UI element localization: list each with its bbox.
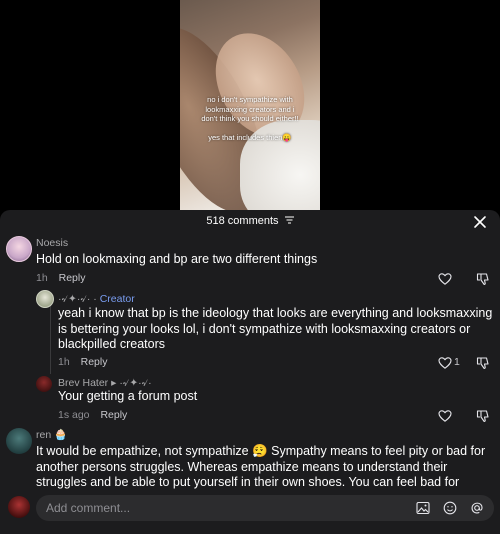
comment-meta: 1s ago Reply bbox=[58, 409, 127, 421]
heart-icon[interactable] bbox=[438, 409, 452, 423]
comment-text: Hold on lookmaxing and bp are two differ… bbox=[36, 252, 318, 266]
dislike-icon[interactable] bbox=[476, 272, 490, 286]
comment-time: 1h bbox=[58, 356, 70, 368]
reply-author: Brev Hater bbox=[58, 377, 109, 389]
heart-icon[interactable] bbox=[438, 356, 452, 370]
creator-label: Creator bbox=[99, 293, 135, 305]
reply-button[interactable]: Reply bbox=[59, 272, 86, 284]
video-player[interactable]: no i don't sympathize with lookmaxxing c… bbox=[180, 0, 320, 210]
emoji-icon[interactable] bbox=[443, 501, 457, 515]
comment-meta: 1h Reply bbox=[36, 272, 85, 284]
comment-item: ren 🧁 It would be empathize, not sympath… bbox=[0, 426, 500, 500]
comment-composer bbox=[0, 490, 500, 534]
reply-item: ·৵✦·৵· · Creator yeah i know that bp is … bbox=[0, 290, 500, 374]
comment-input-container bbox=[36, 495, 494, 521]
comment-username[interactable]: ren 🧁 bbox=[36, 428, 67, 441]
comments-sheet: 518 comments Noesis Hold on lookmaxing a… bbox=[0, 210, 500, 534]
mention-icon[interactable] bbox=[470, 501, 484, 515]
dislike-icon[interactable] bbox=[476, 356, 490, 370]
comment-time: 1h bbox=[36, 272, 48, 284]
user-avatar[interactable] bbox=[8, 496, 30, 518]
avatar[interactable] bbox=[6, 236, 32, 262]
comment-author: ren bbox=[36, 429, 52, 441]
reply-button[interactable]: Reply bbox=[100, 409, 127, 421]
comment-text: yeah i know that bp is the ideology that… bbox=[58, 306, 493, 351]
overlay-line-1: no i don't sympathize with lookmaxxing c… bbox=[201, 95, 299, 123]
avatar[interactable] bbox=[6, 428, 32, 454]
avatar[interactable] bbox=[36, 376, 52, 392]
like-count: 1 bbox=[454, 356, 460, 368]
dislike-icon[interactable] bbox=[476, 409, 490, 423]
reply-button[interactable]: Reply bbox=[81, 356, 108, 368]
image-icon[interactable] bbox=[416, 501, 430, 515]
username-decor: ·৵✦·৵· bbox=[58, 293, 91, 305]
comment-time: 1s ago bbox=[58, 409, 90, 421]
comment-meta: 1h Reply bbox=[58, 356, 107, 368]
heart-icon[interactable] bbox=[438, 272, 452, 286]
video-area: no i don't sympathize with lookmaxxing c… bbox=[0, 0, 500, 210]
comment-input[interactable] bbox=[46, 499, 406, 517]
video-caption-overlay: no i don't sympathize with lookmaxxing c… bbox=[180, 95, 320, 142]
comment-username[interactable]: Noesis bbox=[36, 237, 68, 249]
comment-text: Your getting a forum post bbox=[58, 389, 198, 403]
reply-item: Brev Hater ▸ ·৵✦·৵· Your getting a forum… bbox=[0, 374, 500, 426]
overlay-line-2: yes that includes thien😛 bbox=[208, 132, 292, 142]
avatar[interactable] bbox=[36, 290, 54, 308]
username-badge: 🧁 bbox=[54, 429, 68, 441]
reply-to: ·৵✦·৵· bbox=[119, 377, 152, 389]
comment-item: Noesis Hold on lookmaxing and bp are two… bbox=[0, 210, 500, 290]
